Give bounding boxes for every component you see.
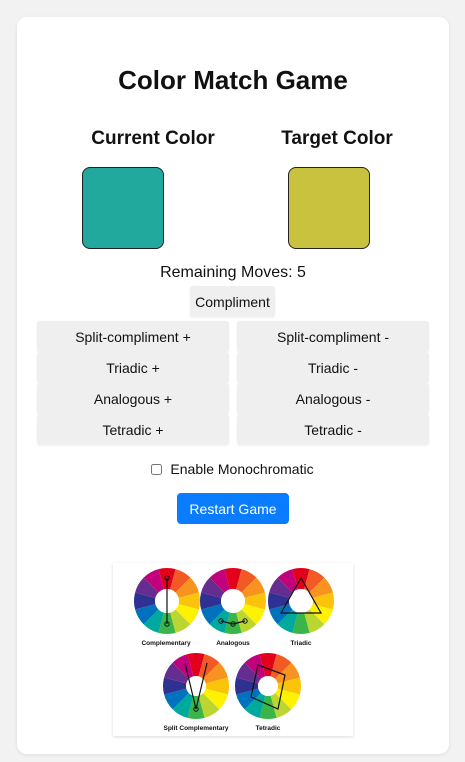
triadic-wheel	[268, 568, 334, 634]
wheel-label-complementary: Complementary	[141, 640, 191, 647]
split-compliment-minus-button[interactable]: Split-compliment -	[237, 321, 429, 352]
color-harmony-image: Complementary Analogous Triadic Split Co…	[113, 563, 353, 736]
analogous-minus-button[interactable]: Analogous -	[237, 383, 429, 414]
analogous-plus-button[interactable]: Analogous +	[37, 383, 229, 414]
tetradic-wheel	[235, 653, 301, 719]
triadic-minus-button[interactable]: Triadic -	[237, 352, 429, 383]
compliment-button[interactable]: Compliment	[190, 286, 275, 317]
restart-game-button[interactable]: Restart Game	[177, 493, 289, 524]
monochromatic-row: Enable Monochromatic	[0, 461, 465, 477]
wheel-label-tetradic: Tetradic	[255, 725, 281, 732]
tetradic-minus-button[interactable]: Tetradic -	[237, 414, 429, 445]
remaining-moves: Remaining Moves: 5	[160, 264, 306, 281]
monochromatic-label[interactable]: Enable Monochromatic	[170, 461, 313, 477]
triadic-plus-button[interactable]: Triadic +	[37, 352, 229, 383]
target-color-swatch	[288, 167, 370, 249]
color-wheels-diagram	[134, 568, 334, 719]
current-color-label: Current Color	[91, 128, 215, 149]
wheel-label-triadic: Triadic	[290, 640, 312, 647]
target-color-label: Target Color	[281, 128, 393, 149]
split-compliment-plus-button[interactable]: Split-compliment +	[37, 321, 229, 352]
monochromatic-checkbox[interactable]	[151, 463, 163, 475]
current-color-swatch	[82, 167, 164, 249]
wheel-label-split-complementary: Split Complementary	[163, 725, 229, 732]
wheel-label-analogous: Analogous	[216, 640, 250, 647]
tetradic-plus-button[interactable]: Tetradic +	[37, 414, 229, 445]
page-title: Color Match Game	[118, 65, 348, 95]
